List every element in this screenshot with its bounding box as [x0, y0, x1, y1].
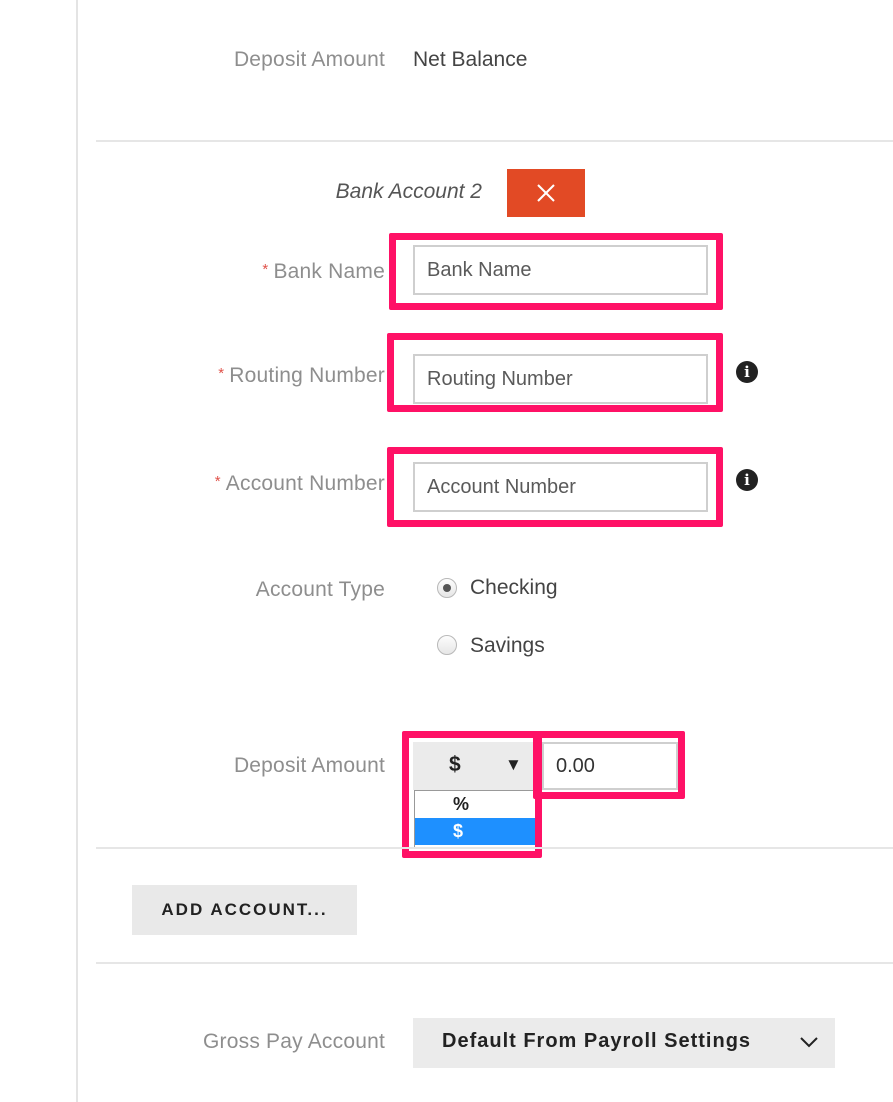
bank-account-title: Bank Account 2: [335, 180, 482, 203]
remove-account-button[interactable]: [507, 169, 585, 217]
divider: [96, 962, 893, 964]
left-border: [76, 0, 78, 1102]
deposit-amount-label: Deposit Amount: [233, 754, 385, 777]
net-balance-value: Net Balance: [413, 48, 528, 71]
account-number-input[interactable]: [413, 462, 708, 512]
info-icon[interactable]: i: [736, 469, 758, 491]
required-marker: *: [214, 473, 221, 490]
add-account-button[interactable]: ADD ACCOUNT...: [132, 885, 357, 935]
chevron-down-icon: [800, 1037, 818, 1048]
account-type-label: Account Type: [255, 578, 385, 601]
deposit-amount-label-top: Deposit Amount: [233, 48, 385, 71]
info-icon[interactable]: i: [736, 361, 758, 383]
required-marker: *: [218, 365, 225, 382]
routing-number-label-text: Routing Number: [229, 364, 385, 387]
savings-label[interactable]: Savings: [470, 633, 545, 659]
checking-radio[interactable]: [437, 578, 457, 598]
bank-name-label-text: Bank Name: [273, 260, 385, 283]
gross-pay-account-value: Default From Payroll Settings: [442, 1030, 752, 1052]
routing-number-input[interactable]: [413, 354, 708, 404]
bank-name-input[interactable]: [413, 245, 708, 295]
savings-radio[interactable]: [437, 635, 457, 655]
close-icon: [537, 184, 555, 202]
highlight-deposit-amount: [533, 731, 685, 799]
gross-pay-account-label: Gross Pay Account: [203, 1030, 385, 1053]
routing-number-label: * Routing Number: [218, 361, 385, 389]
divider: [96, 847, 893, 849]
bank-name-label: * Bank Name: [262, 257, 385, 285]
account-number-label-text: Account Number: [225, 472, 385, 495]
divider: [96, 140, 893, 142]
gross-pay-account-select[interactable]: Default From Payroll Settings: [413, 1018, 835, 1068]
checking-label[interactable]: Checking: [470, 575, 558, 601]
account-number-label: * Account Number: [215, 469, 385, 497]
required-marker: *: [262, 261, 269, 278]
highlight-deposit-unit: [402, 731, 542, 858]
